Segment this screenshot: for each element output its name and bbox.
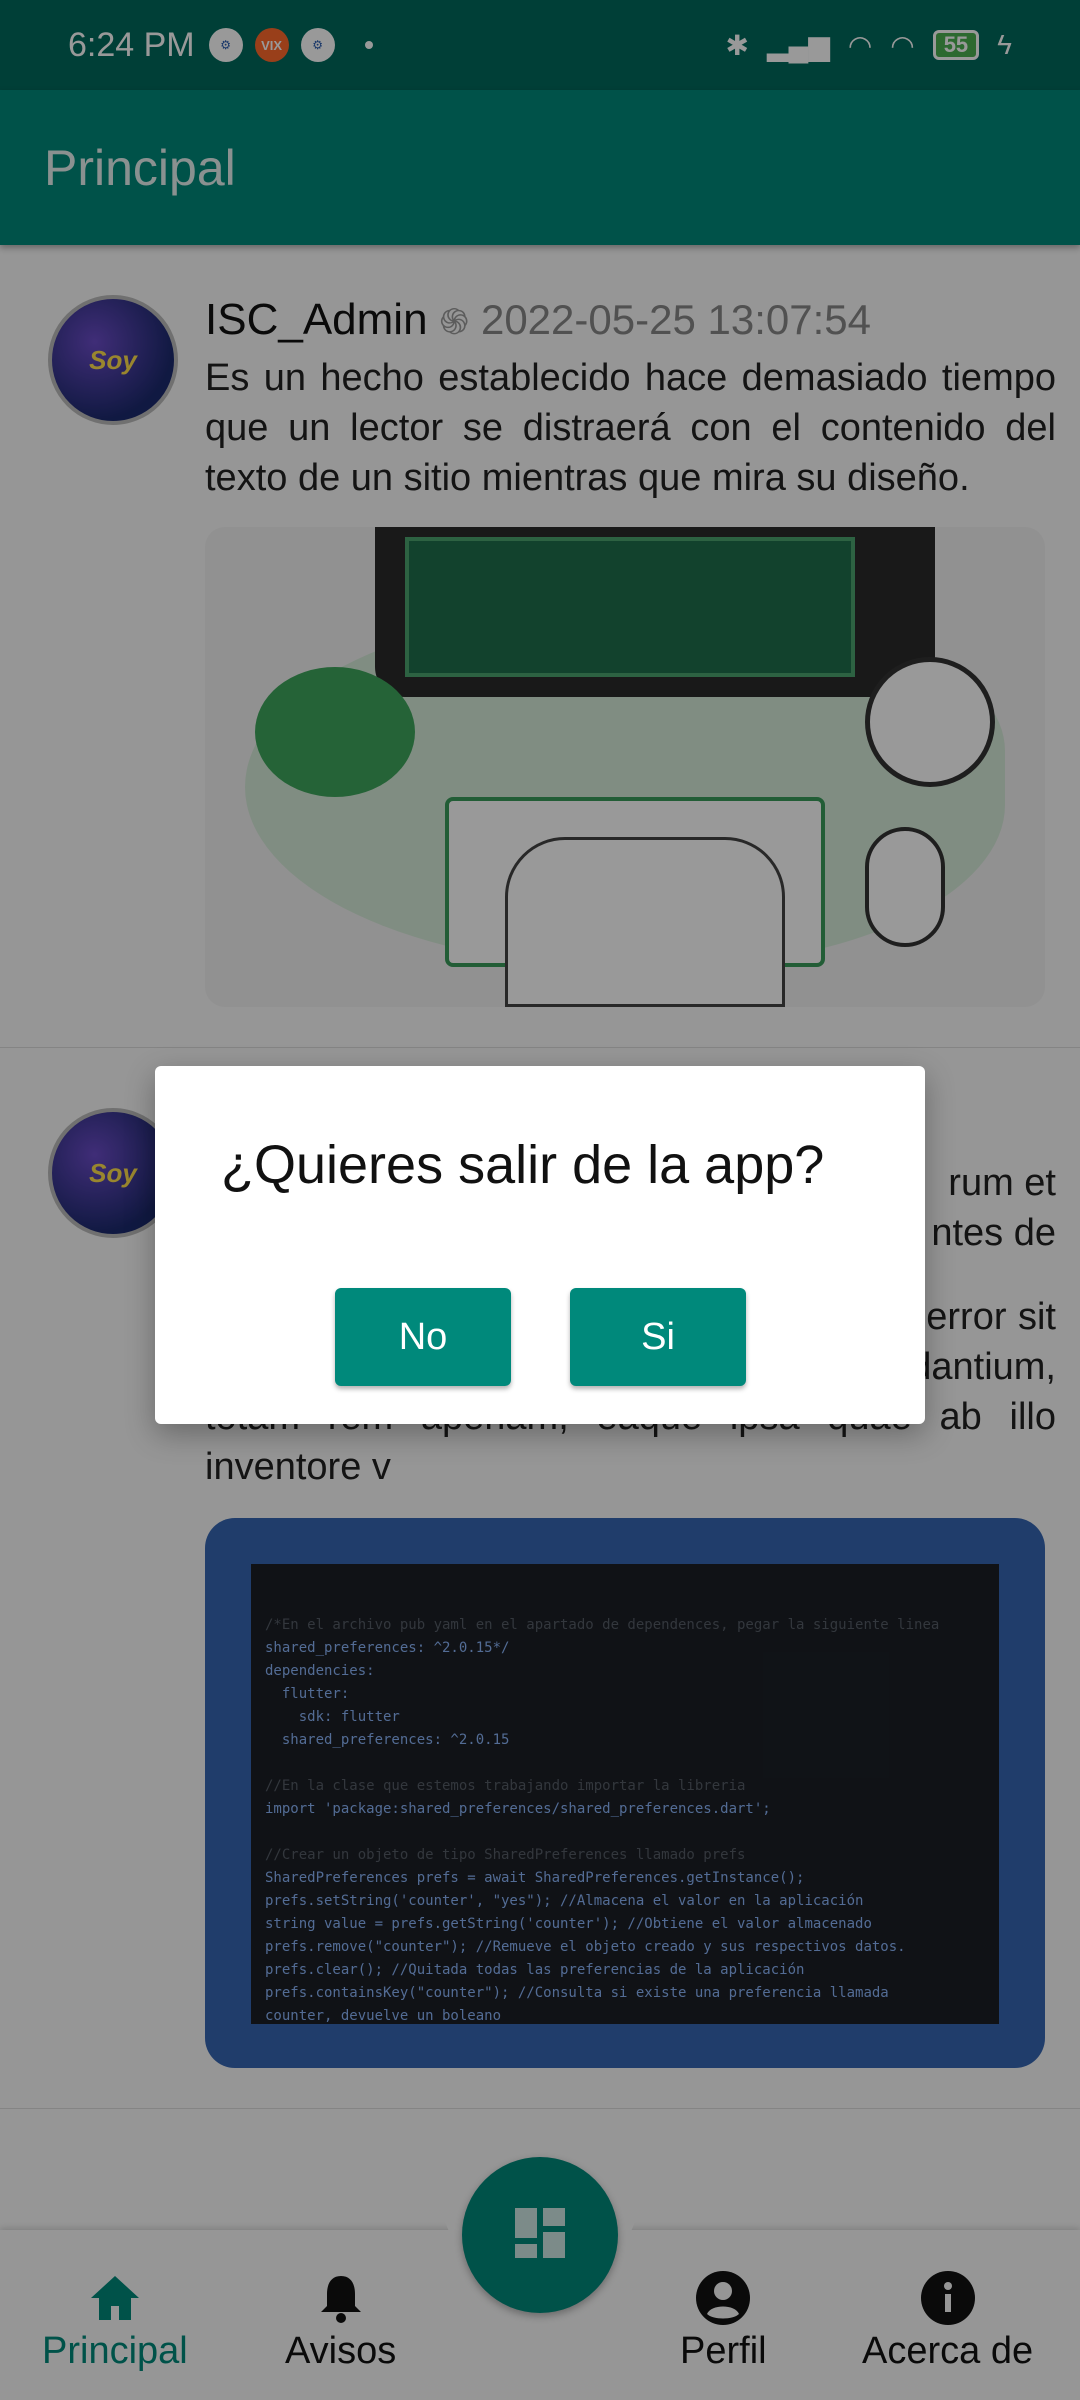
dialog-title: ¿Quieres salir de la app? bbox=[221, 1135, 825, 1195]
exit-dialog: ¿Quieres salir de la app? No Si bbox=[155, 1066, 925, 1424]
yes-button[interactable]: Si bbox=[570, 1288, 746, 1386]
no-button[interactable]: No bbox=[335, 1288, 511, 1386]
